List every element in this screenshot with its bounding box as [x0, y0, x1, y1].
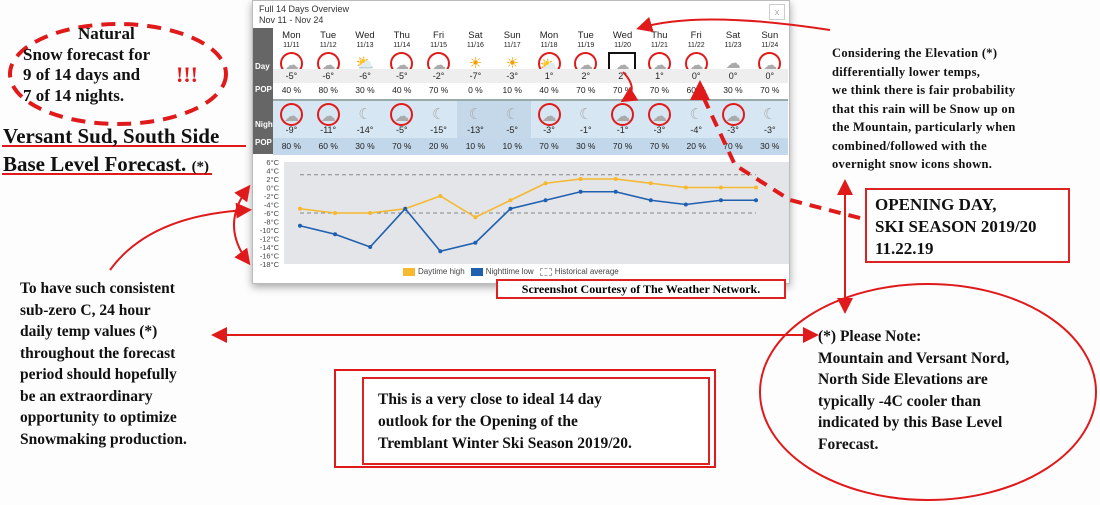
annotation-line: that this rain will be Snow up on: [832, 101, 1016, 116]
annotation-line: 11.22.19: [875, 239, 934, 258]
annotation-line: typically -4C cooler than: [818, 392, 981, 410]
arrow-rain: [636, 16, 831, 33]
annotation-line: opportunity to optimize: [20, 409, 177, 426]
annotation-line: To have such consistent: [20, 280, 175, 297]
annotation-line: the Mountain, particularly when: [832, 120, 1016, 134]
arrow-left-chart: [109, 202, 252, 271]
annotation-line: we think there is fair probability: [832, 83, 1016, 97]
annotation-line: outlook for the Opening of the: [378, 413, 578, 430]
annotation-line: Forecast.: [818, 435, 879, 453]
annotation-line: This is a very close to ideal 14 day: [378, 391, 602, 408]
annotation-line: be an extraordinary: [20, 387, 153, 405]
left-annotation: To have such consistent sub-zero C, 24 ho…: [20, 278, 187, 450]
arrow-rain-night: [620, 71, 639, 103]
opening-arrowhead: [690, 80, 710, 100]
opening-day-box: OPENING DAY, SKI SEASON 2019/20 11.22.19: [865, 188, 1070, 263]
annotation-line: Considering the Elevation (*): [832, 46, 998, 60]
annotation-line: differentially lower temps,: [832, 64, 981, 79]
annotation-line: daily temp values (*): [20, 323, 158, 340]
bracket-chart: [233, 184, 251, 266]
base-level-heading: Versant Sud, South Side Base Level Forec…: [3, 122, 219, 181]
annotation-line: period should hopefully: [20, 366, 177, 383]
snow-line: 9 of 14 days and: [23, 65, 141, 85]
annotation-line: combined/followed with the: [832, 138, 988, 153]
base-line-2: Base Level Forecast.: [3, 152, 187, 176]
elevation-note: (*) Please Note: Mountain and Versant Nor…: [818, 326, 1009, 455]
snow-line: 7 of 14 nights.: [23, 86, 125, 106]
annotation-line: North Side Elevations are: [818, 371, 988, 388]
snow-forecast-note: Natural Snow forecast for 9 of 14 days a…: [23, 24, 150, 107]
annotation-line: overnight snow icons shown.: [832, 157, 993, 171]
base-line-1: Versant Sud, South Side: [3, 124, 220, 148]
annotation-line: Tremblant Winter Ski Season 2019/20.: [378, 435, 632, 452]
annotation-line: Snowmaking production.: [20, 430, 187, 448]
annotation-line: indicated by this Base Level: [818, 414, 1003, 431]
center-box: This is a very close to ideal 14 day outl…: [362, 377, 710, 465]
asterisk: (*): [191, 159, 210, 175]
annotation-line: sub-zero C, 24 hour: [20, 301, 151, 319]
annotation-line: SKI SEASON 2019/20: [875, 217, 1037, 236]
exclamation: !!!: [176, 62, 198, 87]
center-text: This is a very close to ideal 14 day outl…: [378, 389, 632, 455]
snow-line: Snow forecast for: [23, 44, 151, 64]
annotation-line: OPENING DAY,: [875, 195, 997, 214]
right-annotation: Considering the Elevation (*) differentia…: [832, 44, 1016, 174]
annotation-line: throughout the forecast: [20, 344, 176, 362]
snow-title: Natural: [78, 24, 135, 43]
annotation-line: (*) Please Note:: [818, 328, 922, 345]
annotation-line: Mountain and Versant Nord,: [818, 349, 1010, 367]
opening-text: OPENING DAY, SKI SEASON 2019/20 11.22.19: [875, 194, 1037, 260]
